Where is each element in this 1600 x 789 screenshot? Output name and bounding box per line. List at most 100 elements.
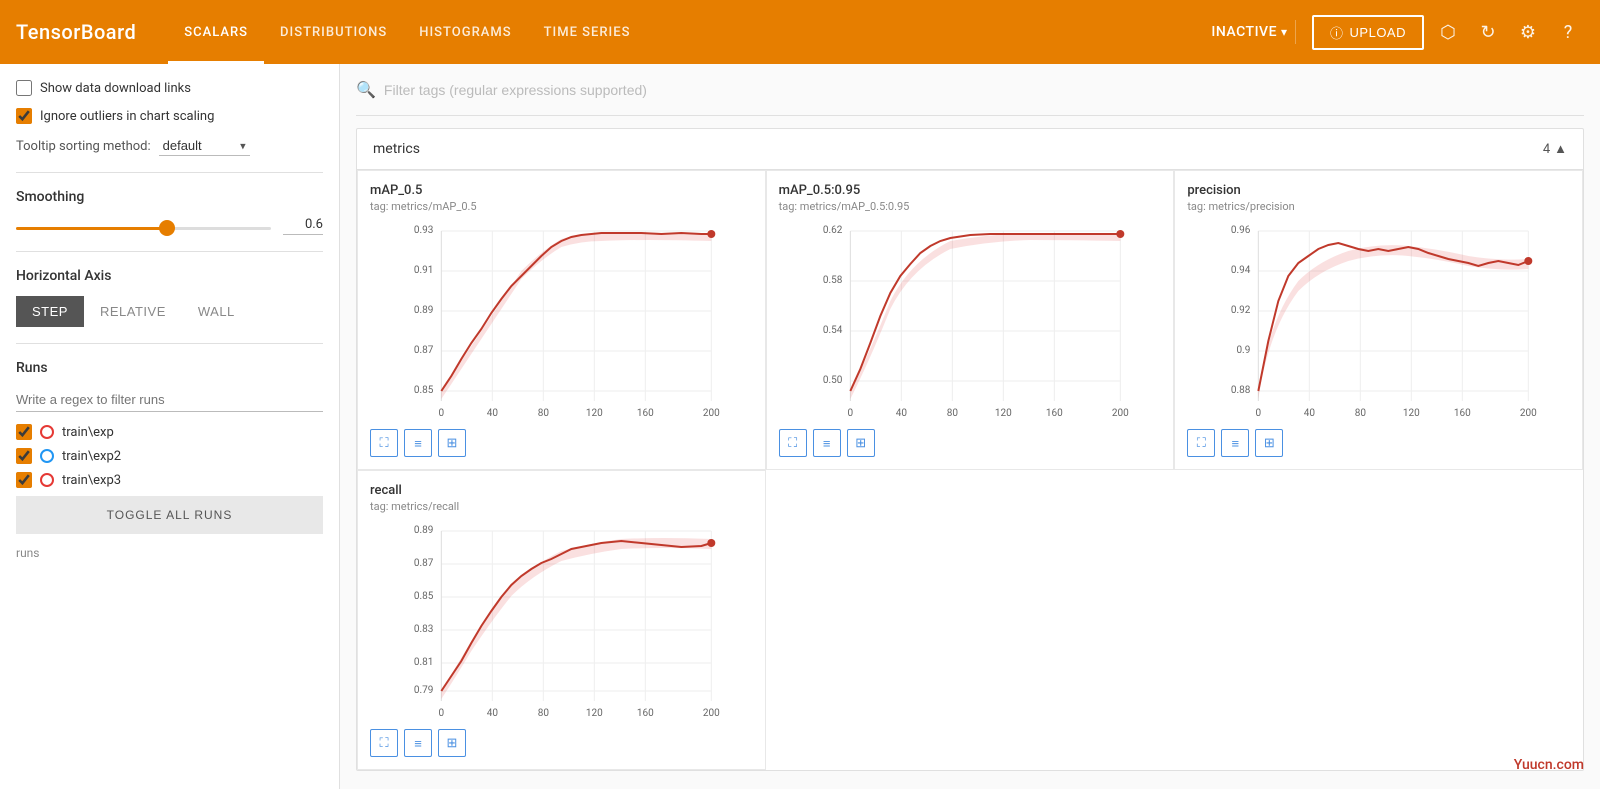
svg-text:200: 200 <box>1112 408 1129 419</box>
chart-recall-actions: ⛶ ≡ ⊞ <box>370 729 753 757</box>
run-exp-checkbox[interactable] <box>16 424 32 440</box>
show-download-checkbox[interactable] <box>16 80 32 96</box>
ignore-outliers-row[interactable]: Ignore outliers in chart scaling <box>16 108 323 124</box>
main-nav: SCALARS DISTRIBUTIONS HISTOGRAMS TIME SE… <box>168 0 1179 64</box>
tooltip-select-wrapper[interactable]: default descending ascending nearest <box>159 136 250 156</box>
show-download-label: Show data download links <box>40 81 191 96</box>
tooltip-row: Tooltip sorting method: default descendi… <box>16 136 323 156</box>
chart-map0595-data-btn[interactable]: ≡ <box>813 429 841 457</box>
chart-precision-area: 0.96 0.94 0.92 0.9 0.88 <box>1187 221 1570 421</box>
nav-distributions[interactable]: DISTRIBUTIONS <box>264 0 403 64</box>
chart-map0595-expand-btn[interactable]: ⛶ <box>779 429 807 457</box>
svg-text:0.87: 0.87 <box>414 345 434 356</box>
tooltip-select[interactable]: default descending ascending nearest <box>159 136 250 156</box>
chart-recall-expand-btn[interactable]: ⛶ <box>370 729 398 757</box>
main-content: 🔍 metrics 4 ▲ mAP_0.5 tag: metrics/mAP_0… <box>340 64 1600 789</box>
chart-recall: recall tag: metrics/recall 0.89 0.87 0.8… <box>357 470 766 770</box>
chart-data-btn[interactable]: ≡ <box>404 429 432 457</box>
run-exp3-color-dot <box>40 473 54 487</box>
chart-precision-data-btn[interactable]: ≡ <box>1221 429 1249 457</box>
svg-text:0.85: 0.85 <box>414 591 434 602</box>
run-exp2-checkbox[interactable] <box>16 448 32 464</box>
chart-recall-data-btn[interactable]: ≡ <box>404 729 432 757</box>
search-input[interactable] <box>384 82 1584 98</box>
axis-relative-button[interactable]: RELATIVE <box>84 296 182 327</box>
help-icon[interactable]: ? <box>1552 16 1584 48</box>
svg-text:0: 0 <box>847 408 853 419</box>
svg-text:0.87: 0.87 <box>414 558 434 569</box>
runs-footer: runs <box>16 546 323 560</box>
expand-icon[interactable]: ▲ <box>1554 141 1567 157</box>
chart-precision-resize-btn[interactable]: ⊞ <box>1255 429 1283 457</box>
show-download-row[interactable]: Show data download links <box>16 80 323 96</box>
chart-recall-title: recall <box>370 483 753 498</box>
chart-recall-resize-btn[interactable]: ⊞ <box>438 729 466 757</box>
chart-map05-actions: ⛶ ≡ ⊞ <box>370 429 753 457</box>
search-bar: 🔍 <box>356 64 1584 116</box>
nav-scalars[interactable]: SCALARS <box>168 0 264 64</box>
chart-precision-svg: 0.96 0.94 0.92 0.9 0.88 <box>1187 221 1570 421</box>
toggle-all-button[interactable]: TOGGLE ALL RUNS <box>16 496 323 534</box>
chart-resize-btn[interactable]: ⊞ <box>438 429 466 457</box>
chart-map05-area: 0.93 0.91 0.89 0.87 0.85 <box>370 221 753 421</box>
axis-wall-button[interactable]: WALL <box>182 296 251 327</box>
svg-text:40: 40 <box>487 708 499 719</box>
smoothing-value: 0.6 <box>283 217 323 235</box>
ignore-outliers-label: Ignore outliers in chart scaling <box>40 109 214 124</box>
runs-filter-input[interactable] <box>16 388 323 412</box>
run-exp-color-dot <box>40 425 54 439</box>
smoothing-section: Smoothing 0.6 <box>16 189 323 252</box>
chart-expand-btn[interactable]: ⛶ <box>370 429 398 457</box>
refresh-icon[interactable]: ↻ <box>1472 16 1504 48</box>
svg-text:0.79: 0.79 <box>414 685 434 696</box>
chart-map05-svg: 0.93 0.91 0.89 0.87 0.85 <box>370 221 753 421</box>
svg-text:80: 80 <box>538 408 550 419</box>
svg-text:80: 80 <box>946 408 958 419</box>
settings-icon[interactable]: ⚙ <box>1512 16 1544 48</box>
smoothing-slider[interactable] <box>16 227 271 230</box>
smoothing-slider-container[interactable] <box>16 219 271 234</box>
upload-icon: ⓘ <box>1330 23 1344 42</box>
axis-buttons: STEP RELATIVE WALL <box>16 296 323 327</box>
svg-text:0: 0 <box>1256 408 1262 419</box>
chart-recall-area: 0.89 0.87 0.85 0.83 0.81 0.79 <box>370 521 753 721</box>
run-exp2-color-dot <box>40 449 54 463</box>
run-exp3-checkbox[interactable] <box>16 472 32 488</box>
chart-precision-expand-btn[interactable]: ⛶ <box>1187 429 1215 457</box>
svg-text:0.94: 0.94 <box>1231 265 1251 276</box>
brightness-icon[interactable]: ⬡ <box>1432 16 1464 48</box>
svg-text:0.62: 0.62 <box>822 225 842 236</box>
metrics-header: metrics 4 ▲ <box>357 129 1583 170</box>
svg-text:200: 200 <box>703 408 720 419</box>
svg-text:40: 40 <box>487 408 499 419</box>
svg-text:200: 200 <box>703 708 720 719</box>
chart-map0595-resize-btn[interactable]: ⊞ <box>847 429 875 457</box>
options-section: Show data download links Ignore outliers… <box>16 80 323 173</box>
svg-text:0.58: 0.58 <box>822 275 842 286</box>
svg-text:200: 200 <box>1520 408 1537 419</box>
svg-text:0: 0 <box>439 708 445 719</box>
svg-text:0: 0 <box>439 408 445 419</box>
nav-histograms[interactable]: HISTOGRAMS <box>403 0 527 64</box>
chart-map05-tag: tag: metrics/mAP_0.5 <box>370 200 753 213</box>
upload-button[interactable]: ⓘ UPLOAD <box>1312 15 1424 50</box>
charts-grid: mAP_0.5 tag: metrics/mAP_0.5 0.93 0.91 0… <box>357 170 1583 770</box>
chart-precision-title: precision <box>1187 183 1570 198</box>
status-selector[interactable]: INACTIVE ▾ <box>1203 20 1296 44</box>
run-item-exp3: train\exp3 <box>16 472 323 488</box>
svg-text:0.96: 0.96 <box>1231 225 1251 236</box>
run-exp-label: train\exp <box>62 425 114 440</box>
svg-text:0.9: 0.9 <box>1237 345 1251 356</box>
svg-text:160: 160 <box>637 708 654 719</box>
chart-map0595: mAP_0.5:0.95 tag: metrics/mAP_0.5:0.95 0… <box>766 170 1175 470</box>
smoothing-row: 0.6 <box>16 217 323 235</box>
ignore-outliers-checkbox[interactable] <box>16 108 32 124</box>
chart-map0595-tag: tag: metrics/mAP_0.5:0.95 <box>779 200 1162 213</box>
run-exp3-label: train\exp3 <box>62 473 121 488</box>
sidebar: Show data download links Ignore outliers… <box>0 64 340 789</box>
nav-time-series[interactable]: TIME SERIES <box>528 0 647 64</box>
smoothing-title: Smoothing <box>16 189 323 205</box>
axis-step-button[interactable]: STEP <box>16 296 84 327</box>
metrics-title: metrics <box>373 141 420 157</box>
layout: Show data download links Ignore outliers… <box>0 64 1600 789</box>
